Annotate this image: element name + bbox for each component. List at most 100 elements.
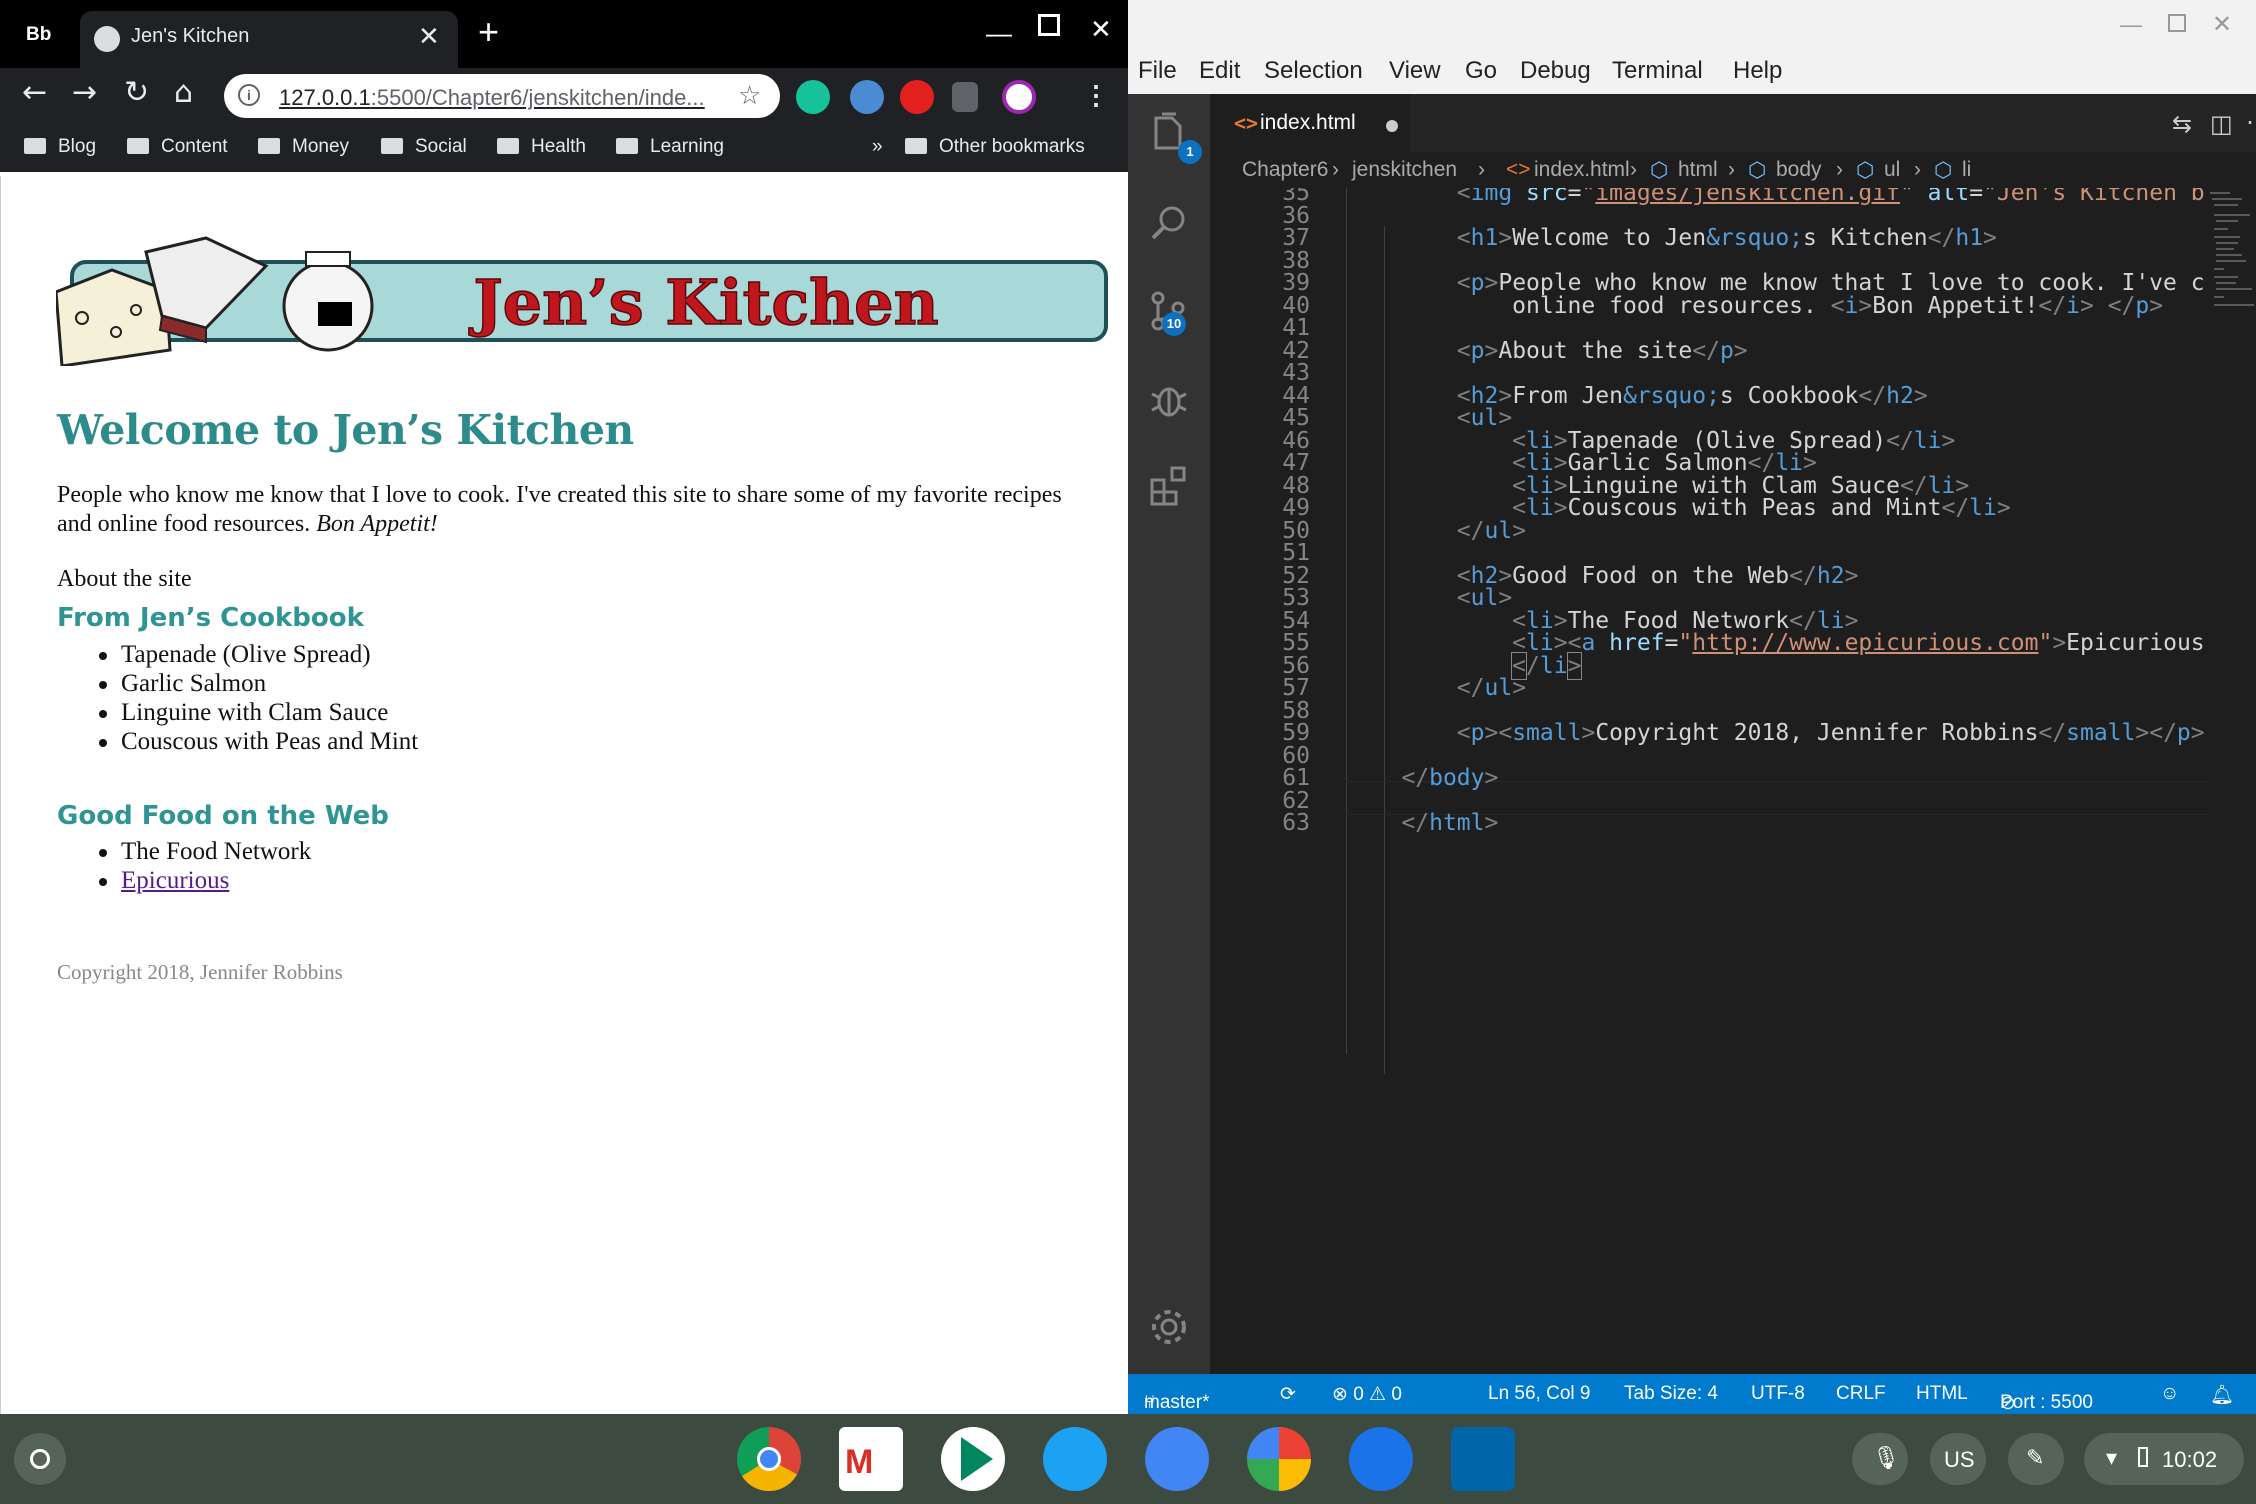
- vscode-app-icon[interactable]: [1451, 1427, 1515, 1491]
- status-bar: ⑂ master* ⟳ ⊗ 0 ⚠ 0 Ln 56, Col 9 Tab Siz…: [1128, 1374, 2256, 1414]
- minimap[interactable]: [2208, 188, 2256, 1374]
- search-icon[interactable]: [1148, 202, 1190, 244]
- maximize-icon[interactable]: [2168, 14, 2186, 32]
- close-window-icon[interactable]: ✕: [1090, 14, 1112, 45]
- chrome-menu-icon[interactable]: ⋮: [1083, 80, 1109, 111]
- bookmark-star-icon[interactable]: ☆: [738, 81, 761, 111]
- bookmark-folder-learning[interactable]: Learning: [616, 136, 724, 158]
- microphone-icon[interactable]: 🎙︎: [1852, 1433, 1908, 1485]
- close-tab-icon[interactable]: ✕: [418, 21, 440, 52]
- lightbulb-extension-icon[interactable]: [952, 82, 978, 112]
- language-mode[interactable]: HTML: [1916, 1383, 1968, 1405]
- code-line: <img src="images/jenskitchen.gif" alt="J…: [1456, 188, 2205, 206]
- extensions-icon[interactable]: [1148, 464, 1190, 506]
- folder-icon: [258, 138, 280, 154]
- html-file-icon: <>: [1234, 111, 1259, 135]
- debug-icon[interactable]: [1148, 378, 1190, 420]
- reload-icon[interactable]: ↻: [124, 78, 149, 108]
- copyright-text: Copyright 2018, Jennifer Robbins: [57, 960, 343, 984]
- browser-tab[interactable]: Jen's Kitchen ✕: [80, 11, 458, 68]
- code-line: </html>: [1401, 810, 1499, 836]
- messages-app-icon[interactable]: [1349, 1427, 1413, 1491]
- breadcrumb-item[interactable]: li: [1962, 158, 1971, 182]
- sync-icon[interactable]: ⟳: [1280, 1383, 1296, 1406]
- new-tab-button[interactable]: +: [478, 14, 499, 50]
- bookmarks-bar: Blog Content Money Social Health Learnin…: [0, 124, 1128, 172]
- files-app-icon[interactable]: [1145, 1427, 1209, 1491]
- list-item: Tapenade (Olive Spread): [98, 640, 418, 669]
- forward-icon[interactable]: →: [72, 78, 97, 108]
- breadcrumb-item[interactable]: ul: [1884, 158, 1900, 182]
- minimize-icon[interactable]: —: [986, 18, 1012, 49]
- code-line: <p><small>Copyright 2018, Jennifer Robbi…: [1456, 720, 2205, 746]
- notifications-bell-icon[interactable]: 🔔︎: [2210, 1383, 2234, 1407]
- ime-indicator[interactable]: US: [1930, 1433, 1986, 1485]
- info-icon[interactable]: i: [238, 84, 260, 106]
- banner-text: Jen’s Kitchen: [468, 266, 938, 339]
- bookmark-folder-money[interactable]: Money: [258, 136, 349, 158]
- acrobat-extension-icon[interactable]: [900, 80, 934, 114]
- profile-badge[interactable]: Bb: [26, 24, 51, 46]
- list-item: Couscous with Peas and Mint: [98, 728, 419, 755]
- breadcrumb-item[interactable]: index.html: [1534, 158, 1630, 182]
- folder-icon: [127, 138, 149, 154]
- grammarly-extension-icon[interactable]: [796, 80, 830, 114]
- other-bookmarks-folder[interactable]: Other bookmarks: [905, 136, 1085, 158]
- breadcrumb-item[interactable]: body: [1776, 158, 1822, 182]
- status-tray[interactable]: ▾ 10:02: [2084, 1433, 2244, 1485]
- code-editor[interactable]: 35 36 37 38 39 40 41 42 43 44 45 46 47 48 49 50 51 52 53 54…: [1210, 188, 2208, 1374]
- stylus-icon[interactable]: ✎: [2008, 1433, 2064, 1485]
- code-line: </ul>: [1456, 518, 1527, 544]
- twitter-app-icon[interactable]: [1043, 1427, 1107, 1491]
- play-store-app-icon[interactable]: [941, 1427, 1005, 1491]
- bookmark-folder-blog[interactable]: Blog: [24, 136, 96, 158]
- gmail-app-icon[interactable]: M: [839, 1427, 903, 1491]
- bookmark-folder-content[interactable]: Content: [127, 136, 228, 158]
- about-paragraph: About the site: [57, 566, 192, 592]
- folder-icon: [905, 138, 927, 154]
- menu-debug[interactable]: Debug: [1520, 57, 1591, 85]
- tab-size[interactable]: Tab Size: 4: [1624, 1383, 1718, 1405]
- cursor-position[interactable]: Ln 56, Col 9: [1488, 1383, 1590, 1405]
- back-icon[interactable]: ←: [22, 78, 47, 108]
- menu-go[interactable]: Go: [1465, 57, 1497, 85]
- code-line: online food resources. <i>Bon Appetit!</…: [1346, 293, 2164, 319]
- tab-index-html[interactable]: <> index.html: [1210, 94, 1410, 152]
- close-window-icon[interactable]: ✕: [2212, 10, 2232, 39]
- more-actions-icon[interactable]: …: [2246, 102, 2256, 130]
- line-ending[interactable]: CRLF: [1836, 1383, 1886, 1405]
- epicurious-link[interactable]: Epicurious: [121, 867, 229, 894]
- bookmark-folder-health[interactable]: Health: [497, 136, 586, 158]
- menu-file[interactable]: File: [1138, 57, 1177, 85]
- intro-paragraph: People who know me know that I love to c…: [57, 482, 1062, 537]
- launcher-button[interactable]: [14, 1433, 66, 1485]
- extension-icon[interactable]: [850, 80, 884, 114]
- settings-gear-icon[interactable]: [1148, 1306, 1190, 1348]
- menu-edit[interactable]: Edit: [1199, 57, 1240, 85]
- minimize-icon[interactable]: —: [2120, 12, 2142, 38]
- breadcrumb-item[interactable]: Chapter6: [1242, 158, 1328, 182]
- split-editor-icon[interactable]: ◫: [2210, 110, 2233, 138]
- menu-view[interactable]: View: [1389, 57, 1441, 85]
- maximize-icon[interactable]: [1038, 14, 1060, 36]
- menu-selection[interactable]: Selection: [1264, 57, 1363, 85]
- cast-extension-icon[interactable]: [1002, 80, 1036, 114]
- vscode-titlebar: — ✕: [1128, 0, 2256, 48]
- open-changes-icon[interactable]: ⇆: [2172, 110, 2192, 138]
- chrome-app-icon[interactable]: [737, 1427, 801, 1491]
- address-bar[interactable]: i 127.0.0.1:5500/Chapter6/jenskitchen/in…: [224, 74, 780, 118]
- feedback-icon[interactable]: ☺: [2160, 1383, 2179, 1405]
- battery-icon: [2138, 1447, 2148, 1467]
- scm-badge: 10: [1162, 312, 1186, 336]
- bookmarks-overflow-button[interactable]: »: [872, 136, 883, 158]
- bookmark-folder-social[interactable]: Social: [381, 136, 467, 158]
- breadcrumb-item[interactable]: html: [1678, 158, 1718, 182]
- home-icon[interactable]: ⌂: [174, 78, 193, 108]
- photos-app-icon[interactable]: [1247, 1427, 1311, 1491]
- breadcrumb-item[interactable]: jenskitchen: [1352, 158, 1457, 182]
- problems-indicator[interactable]: ⊗ 0 ⚠ 0: [1332, 1383, 1402, 1406]
- breadcrumb: Chapter6 › jenskitchen › <> index.html ›…: [1210, 152, 2256, 188]
- menu-help[interactable]: Help: [1733, 57, 1782, 85]
- menu-terminal[interactable]: Terminal: [1612, 57, 1703, 85]
- encoding[interactable]: UTF-8: [1751, 1383, 1805, 1405]
